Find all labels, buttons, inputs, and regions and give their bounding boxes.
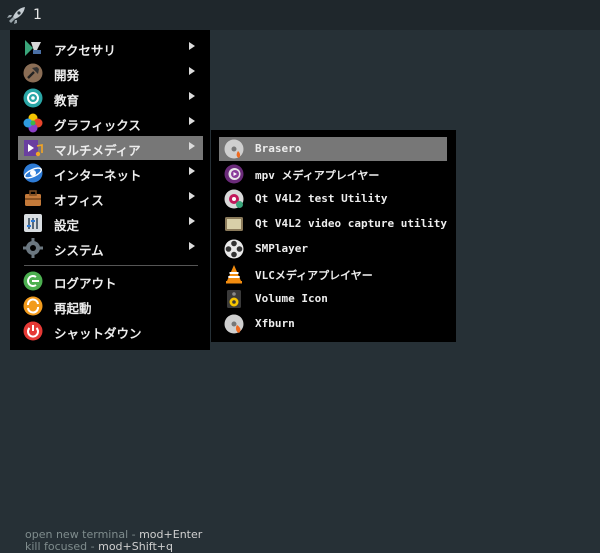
menu-item-accessories[interactable]: アクセサリ bbox=[18, 36, 203, 60]
multimedia-submenu: Brasero mpv メディアプレイヤー Qt V4L2 test Utili… bbox=[211, 130, 456, 342]
mpv-icon bbox=[224, 164, 244, 184]
menu-item-internet[interactable]: インターネット bbox=[18, 161, 203, 185]
workspace-number[interactable]: 1 bbox=[33, 7, 42, 23]
menu-item-development[interactable]: 開発 bbox=[18, 61, 203, 85]
top-panel: 1 bbox=[0, 0, 600, 30]
development-icon bbox=[23, 63, 43, 83]
submenu-arrow-icon bbox=[189, 242, 195, 250]
settings-icon bbox=[24, 214, 42, 232]
menu-item-education[interactable]: 教育 bbox=[18, 86, 203, 110]
submenu-arrow-icon bbox=[189, 42, 195, 50]
menu-item-multimedia[interactable]: マルチメディア bbox=[18, 136, 203, 160]
submenu-item-xfburn[interactable]: Xfburn bbox=[219, 312, 447, 336]
menu-item-logout[interactable]: ログアウト bbox=[18, 269, 203, 293]
office-icon bbox=[25, 190, 41, 206]
submenu-item-volume-icon[interactable]: Volume Icon bbox=[219, 287, 447, 311]
submenu-arrow-icon bbox=[189, 67, 195, 75]
qvidcap-icon bbox=[225, 217, 243, 231]
hint-kill-focused: kill focused - mod+Shift+q bbox=[25, 540, 173, 553]
submenu-item-vlc[interactable]: VLCメディアプレイヤー bbox=[219, 262, 447, 286]
system-icon bbox=[23, 238, 43, 258]
submenu-arrow-icon bbox=[189, 142, 195, 150]
internet-icon bbox=[23, 163, 43, 183]
menu-item-shutdown[interactable]: シャットダウン bbox=[18, 319, 203, 343]
accessories-icon bbox=[25, 40, 41, 56]
menu-item-settings[interactable]: 設定 bbox=[18, 211, 203, 235]
application-menu: アクセサリ 開発 教育 グラフィックス マルチメディア インターネット オフィス… bbox=[10, 30, 210, 350]
submenu-arrow-icon bbox=[189, 167, 195, 175]
smplayer-icon bbox=[224, 239, 244, 259]
menu-separator bbox=[24, 265, 198, 266]
brasero-icon bbox=[224, 139, 244, 159]
submenu-item-smplayer[interactable]: SMPlayer bbox=[219, 237, 447, 261]
qv4l2-icon bbox=[224, 189, 244, 209]
submenu-arrow-icon bbox=[189, 192, 195, 200]
menu-item-reboot[interactable]: 再起動 bbox=[18, 294, 203, 318]
volume-icon bbox=[227, 290, 241, 308]
xfburn-icon bbox=[224, 314, 244, 334]
education-icon bbox=[23, 88, 43, 108]
graphics-icon bbox=[23, 113, 43, 133]
reboot-icon bbox=[23, 296, 43, 316]
logout-icon bbox=[23, 271, 43, 291]
shutdown-icon bbox=[23, 321, 43, 341]
menu-item-office[interactable]: オフィス bbox=[18, 186, 203, 210]
vlc-icon bbox=[226, 265, 242, 284]
submenu-arrow-icon bbox=[189, 217, 195, 225]
submenu-item-qv4l2-test[interactable]: Qt V4L2 test Utility bbox=[219, 187, 447, 211]
menu-item-system[interactable]: システム bbox=[18, 236, 203, 260]
submenu-item-qvidcap[interactable]: Qt V4L2 video capture utility bbox=[219, 212, 447, 236]
submenu-item-mpv[interactable]: mpv メディアプレイヤー bbox=[219, 162, 447, 186]
menu-item-graphics[interactable]: グラフィックス bbox=[18, 111, 203, 135]
multimedia-icon bbox=[24, 140, 43, 157]
submenu-arrow-icon bbox=[189, 92, 195, 100]
rocket-launcher-icon[interactable] bbox=[6, 6, 26, 24]
submenu-item-brasero[interactable]: Brasero bbox=[219, 137, 447, 161]
submenu-arrow-icon bbox=[189, 117, 195, 125]
